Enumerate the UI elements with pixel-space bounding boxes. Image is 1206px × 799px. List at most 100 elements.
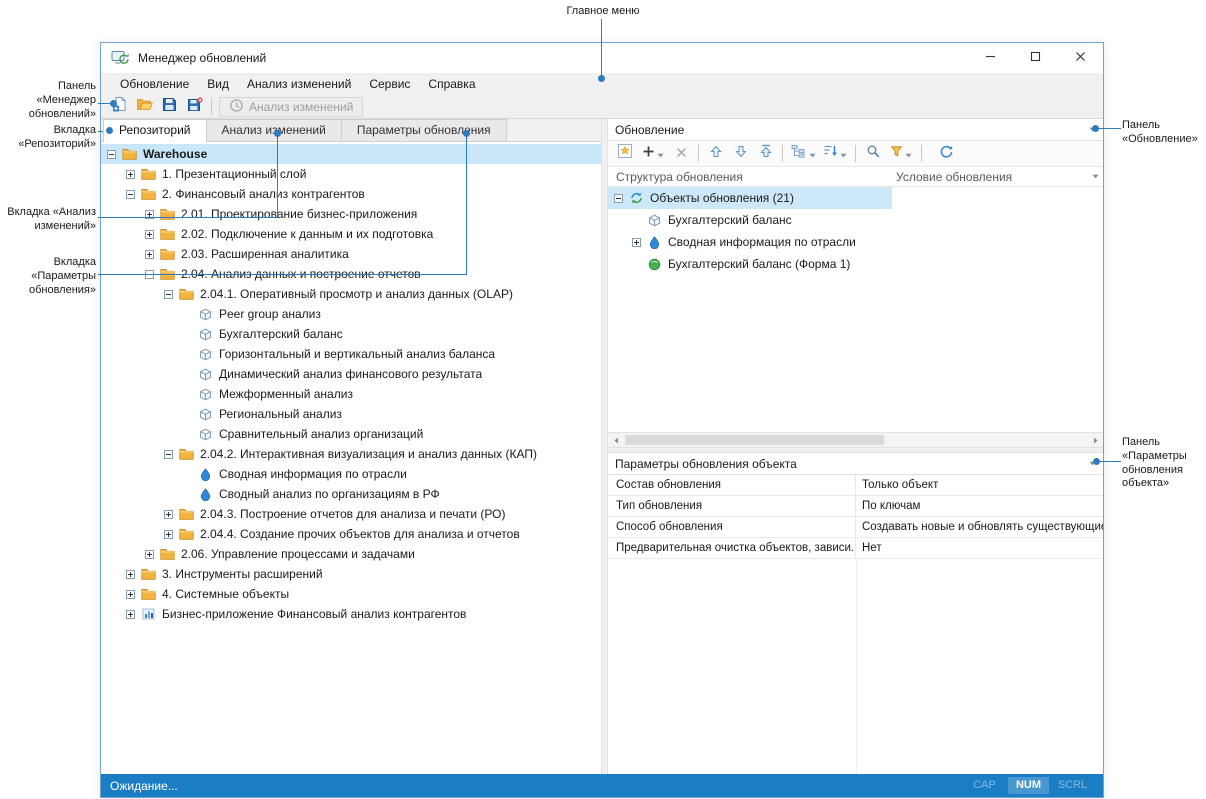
add-button[interactable] [637, 143, 669, 165]
save-repository-button[interactable] [182, 96, 207, 118]
tree-item[interactable]: Бухгалтерский баланс [101, 324, 601, 344]
menu-item-service[interactable]: Сервис [360, 73, 419, 95]
horizontal-scrollbar[interactable] [608, 432, 1103, 447]
toolbar-separator [855, 145, 856, 162]
menu-item-view[interactable]: Вид [198, 73, 238, 95]
callout-dot [1093, 458, 1100, 465]
menu-item-update[interactable]: Обновление [111, 73, 198, 95]
expand-icon[interactable] [632, 238, 641, 247]
dropdown-caret-icon [840, 145, 847, 163]
tree-item[interactable]: 2.04.2. Интерактивная визуализация и ана… [101, 444, 601, 464]
update-row[interactable]: Сводная информация по отрасли [608, 231, 1103, 253]
tree-item[interactable]: Региональный анализ [101, 404, 601, 424]
open-button[interactable] [132, 96, 157, 118]
expand-icon[interactable] [145, 230, 154, 239]
update-row[interactable]: Объекты обновления (21) [608, 187, 1103, 209]
tree-item[interactable]: 2.01. Проектирование бизнес-приложения [101, 204, 601, 224]
update-row[interactable]: Бухгалтерский баланс [608, 209, 1103, 231]
collapse-icon[interactable] [126, 190, 135, 199]
callout-analysis-tab: Вкладка «Анализ изменений» [2, 206, 96, 234]
param-row[interactable]: Предварительная очистка объектов, зависи… [608, 538, 1103, 559]
tree-item[interactable]: Сводная информация по отрасли [101, 464, 601, 484]
refresh-button[interactable] [934, 143, 959, 165]
tree-item[interactable]: Сравнительный анализ организаций [101, 424, 601, 444]
tree-item[interactable]: 2.02. Подключение к данным и их подготов… [101, 224, 601, 244]
tree-item[interactable]: 2.04.3. Построение отчетов для анализа и… [101, 504, 601, 524]
tab-change-analysis[interactable]: Анализ изменений [206, 119, 342, 141]
column-condition[interactable]: Условие обновления [892, 170, 1092, 184]
tree-item[interactable]: Peer group анализ [101, 304, 601, 324]
toolbar-separator [211, 98, 212, 115]
indicator-cap: CAP [964, 777, 1005, 794]
object-params-header: Параметры обновления объекта [608, 453, 1103, 475]
column-structure[interactable]: Структура обновления [608, 170, 892, 184]
tab-update-params[interactable]: Параметры обновления [341, 119, 507, 141]
column-filter-caret-icon[interactable] [1092, 174, 1099, 179]
tree-item-label: 2.04.3. Построение отчетов для анализа и… [200, 507, 505, 521]
scrollbar-track[interactable] [624, 433, 1087, 447]
scroll-right-icon[interactable] [1087, 433, 1103, 447]
tree-item[interactable]: 2.06. Управление процессами и задачами [101, 544, 601, 564]
tree-item[interactable]: 2. Финансовый анализ контрагентов [101, 184, 601, 204]
tree-item[interactable]: 1. Презентационный слой [101, 164, 601, 184]
tree-item[interactable]: Сводный анализ по организациям в РФ [101, 484, 601, 504]
filter-button[interactable] [885, 143, 917, 165]
tree-item-label: Региональный анализ [219, 407, 342, 421]
tree-item[interactable]: Динамический анализ финансового результа… [101, 364, 601, 384]
expand-icon[interactable] [126, 590, 135, 599]
collapse-icon[interactable] [614, 194, 623, 203]
param-value: По ключам [856, 496, 1103, 516]
tree-item[interactable]: Горизонтальный и вертикальный анализ бал… [101, 344, 601, 364]
collapse-icon[interactable] [164, 450, 173, 459]
tree-item[interactable]: 2.04.4. Создание прочих объектов для ана… [101, 524, 601, 544]
delete-button[interactable] [669, 143, 694, 165]
grouping-button[interactable] [787, 143, 819, 165]
collapse-icon[interactable] [164, 290, 173, 299]
scroll-left-icon[interactable] [608, 433, 624, 447]
tree-item[interactable]: 2.03. Расширенная аналитика [101, 244, 601, 264]
sort-button[interactable] [819, 143, 851, 165]
expand-icon[interactable] [145, 550, 154, 559]
create-object-button[interactable] [612, 143, 637, 165]
expand-icon[interactable] [126, 570, 135, 579]
tree-item[interactable]: 4. Системные объекты [101, 584, 601, 604]
param-row[interactable]: Состав обновленияТолько объект [608, 475, 1103, 496]
search-button[interactable] [860, 143, 885, 165]
minimize-button[interactable] [968, 43, 1013, 73]
update-row[interactable]: Бухгалтерский баланс (Форма 1) [608, 253, 1103, 275]
callout-line [1100, 461, 1121, 462]
close-button[interactable] [1058, 43, 1103, 73]
param-row[interactable]: Способ обновленияСоздавать новые и обнов… [608, 517, 1103, 538]
callout-dot [1092, 125, 1099, 132]
change-analysis-button[interactable]: Анализ изменений [219, 97, 363, 117]
tree-item[interactable]: Межформенный анализ [101, 384, 601, 404]
expand-icon[interactable] [126, 170, 135, 179]
maximize-button[interactable] [1013, 43, 1058, 73]
callout-line [466, 136, 467, 275]
move-down-button[interactable] [728, 143, 753, 165]
expand-icon[interactable] [145, 250, 154, 259]
tree-item[interactable]: 2.04.1. Оперативный просмотр и анализ да… [101, 284, 601, 304]
vertical-splitter[interactable] [601, 119, 608, 774]
update-row-label: Объекты обновления (21) [650, 191, 794, 205]
expand-icon[interactable] [164, 530, 173, 539]
expand-icon[interactable] [126, 610, 135, 619]
expand-icon[interactable] [164, 510, 173, 519]
cube-icon [197, 368, 214, 381]
tree-item[interactable]: Warehouse [101, 144, 601, 164]
tree-item[interactable]: Бизнес-приложение Финансовый анализ конт… [101, 604, 601, 624]
move-top-button[interactable] [753, 143, 778, 165]
callout-line [98, 274, 467, 275]
update-row-label: Бухгалтерский баланс [668, 213, 792, 227]
indicator-scrl: SCRL [1052, 777, 1093, 794]
move-up-button[interactable] [703, 143, 728, 165]
menu-item-help[interactable]: Справка [419, 73, 484, 95]
scrollbar-thumb[interactable] [625, 435, 884, 445]
save-button[interactable] [157, 96, 182, 118]
tab-repository[interactable]: Репозиторий [103, 119, 207, 142]
menu-item-change-analysis[interactable]: Анализ изменений [238, 73, 360, 95]
collapse-icon[interactable] [107, 150, 116, 159]
param-row[interactable]: Тип обновленияПо ключам [608, 496, 1103, 517]
tree-item[interactable]: 3. Инструменты расширений [101, 564, 601, 584]
callout-line [98, 217, 278, 218]
